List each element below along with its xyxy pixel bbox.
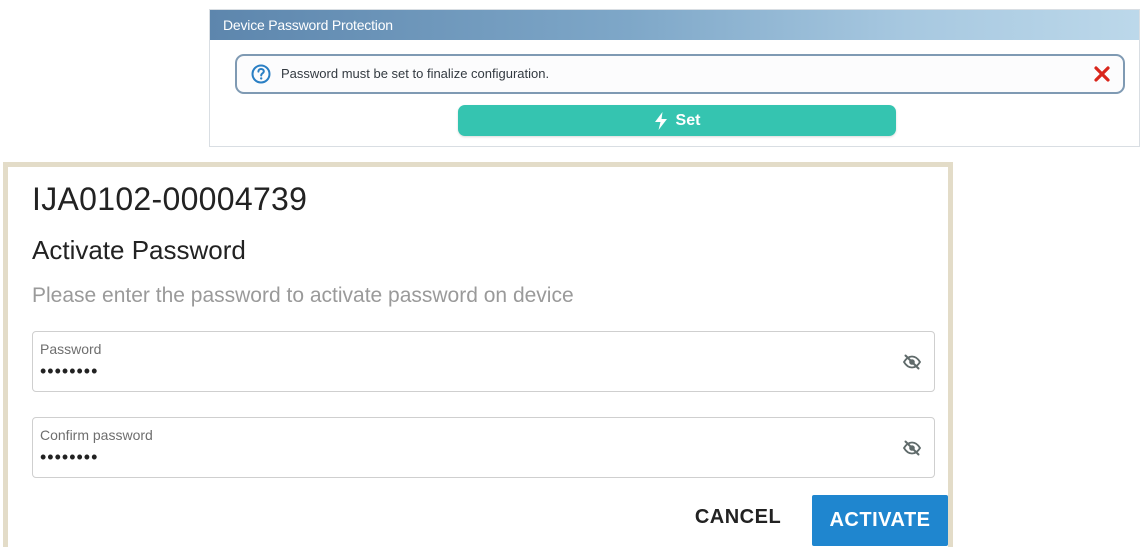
confirm-password-field[interactable]: Confirm password bbox=[32, 417, 935, 478]
bolt-icon bbox=[654, 111, 667, 130]
set-button-label: Set bbox=[675, 111, 701, 129]
dialog-title: Activate Password bbox=[32, 235, 246, 265]
eye-slash-icon[interactable] bbox=[902, 352, 922, 372]
password-field[interactable]: Password bbox=[32, 331, 935, 392]
cancel-button[interactable]: CANCEL bbox=[678, 496, 798, 538]
confirm-password-field-label: Confirm password bbox=[40, 427, 153, 443]
dialog-subtitle: Please enter the password to activate pa… bbox=[32, 284, 574, 307]
panel-header: Device Password Protection bbox=[210, 10, 1139, 40]
eye-slash-icon[interactable] bbox=[902, 438, 922, 458]
alert-message: Password must be set to finalize configu… bbox=[281, 66, 550, 81]
device-password-protection-panel: Device Password Protection Password must… bbox=[209, 9, 1140, 147]
activate-button[interactable]: ACTIVATE bbox=[812, 495, 948, 546]
password-field-label: Password bbox=[40, 341, 102, 357]
question-circle-icon bbox=[251, 64, 271, 84]
device-id: IJA0102-00004739 bbox=[32, 181, 308, 217]
password-input[interactable] bbox=[40, 360, 860, 382]
close-x-icon[interactable] bbox=[1093, 65, 1111, 83]
confirm-password-input[interactable] bbox=[40, 446, 860, 468]
activate-password-dialog: IJA0102-00004739 Activate Password Pleas… bbox=[3, 162, 953, 547]
set-button[interactable]: Set bbox=[458, 105, 896, 136]
info-alert: Password must be set to finalize configu… bbox=[235, 54, 1125, 94]
